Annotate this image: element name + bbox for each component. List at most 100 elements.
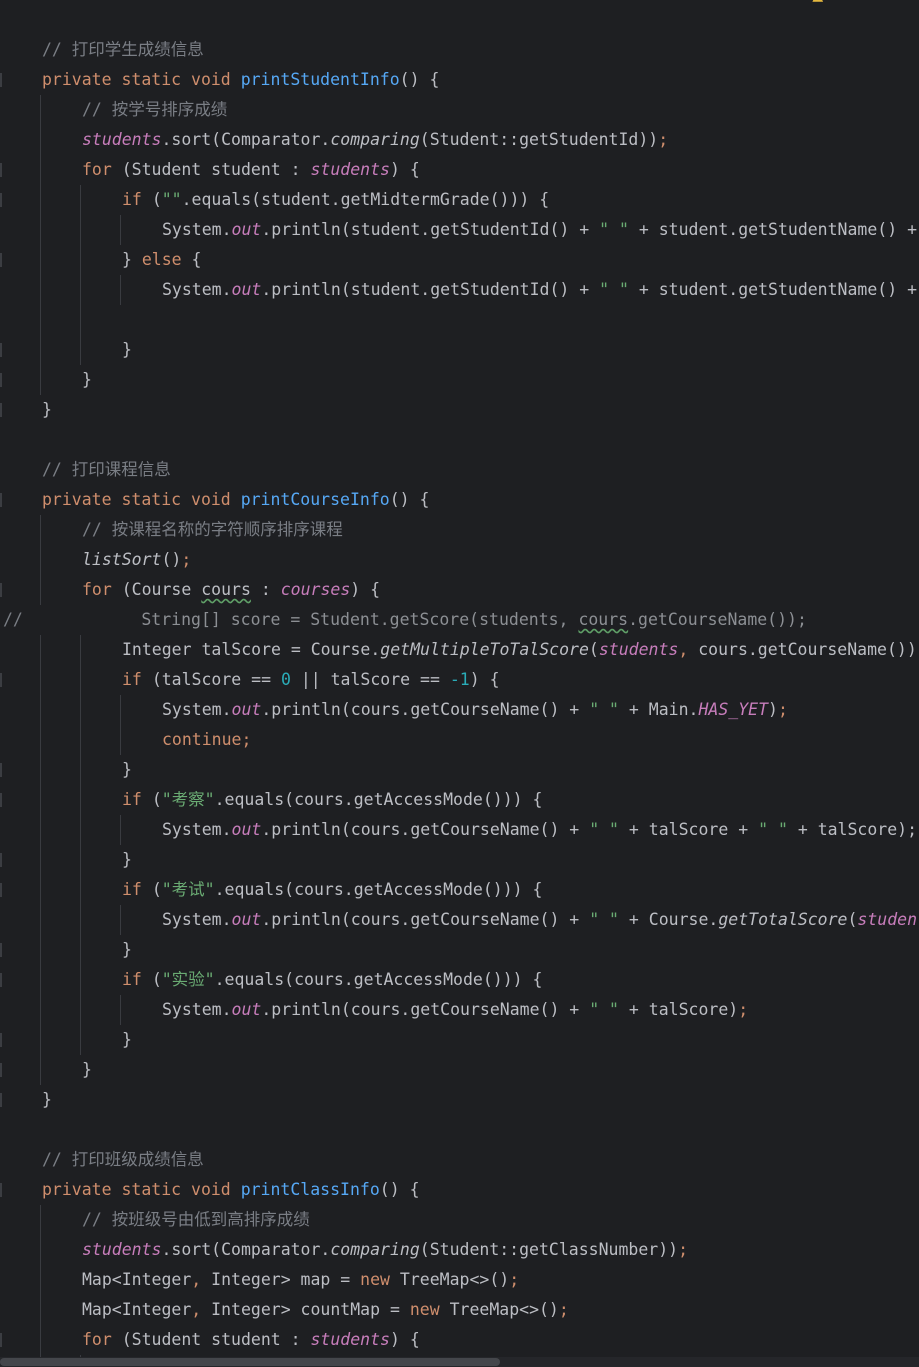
- code-line[interactable]: students.sort(Comparator.comparing(Stude…: [0, 1235, 919, 1265]
- fold-marker[interactable]: [0, 793, 2, 807]
- code-line[interactable]: private static void printCourseInfo() {: [0, 485, 919, 515]
- code-line[interactable]: }: [0, 1055, 919, 1085]
- code-token: cours.getCourseName()): [698, 640, 917, 659]
- fold-marker[interactable]: [0, 73, 2, 87]
- code-token: continue;: [162, 730, 252, 749]
- fold-marker[interactable]: [0, 163, 2, 177]
- code-line[interactable]: for (Student student : students) {: [0, 1325, 919, 1355]
- code-line[interactable]: private static void printStudentInfo() {: [0, 65, 919, 95]
- code-line[interactable]: // String[] score = Student.getScore(stu…: [0, 605, 919, 635]
- fold-marker[interactable]: [0, 253, 2, 267]
- code-line[interactable]: System.out.println(cours.getCourseName()…: [0, 815, 919, 845]
- scrollbar-thumb[interactable]: [0, 1358, 500, 1366]
- code-line[interactable]: // 打印课程信息: [0, 455, 919, 485]
- code-line[interactable]: System.out.println(student.getStudentId(…: [0, 215, 919, 245]
- inspection-widget[interactable]: ▲ 16 ≈ 2: [812, 0, 889, 6]
- fold-marker[interactable]: [0, 973, 2, 987]
- code-line[interactable]: System.out.println(cours.getCourseName()…: [0, 695, 919, 725]
- code-line[interactable]: Map<Integer, Integer> map = new TreeMap<…: [0, 1265, 919, 1295]
- code-line[interactable]: // 按班级号由低到高排序成绩: [0, 1205, 919, 1235]
- code-line[interactable]: System.out.println(cours.getCourseName()…: [0, 905, 919, 935]
- fold-marker[interactable]: [0, 853, 2, 867]
- code-line[interactable]: }: [0, 335, 919, 365]
- code-token: if: [122, 670, 152, 689]
- fold-marker[interactable]: [0, 1183, 2, 1197]
- code-token: + student.getStudentName() +: [628, 280, 918, 299]
- code-line[interactable]: // 打印学生成绩信息: [0, 35, 919, 65]
- code-line[interactable]: // 按学号排序成绩: [0, 95, 919, 125]
- code-line[interactable]: [0, 1115, 919, 1145]
- fold-marker[interactable]: [0, 1093, 2, 1107]
- code-token: }: [42, 1090, 52, 1109]
- fold-marker[interactable]: [0, 673, 2, 687]
- code-token: for: [82, 160, 122, 179]
- code-token: studen: [857, 910, 918, 929]
- code-token: .println(cours.getCourseName() +: [261, 700, 590, 719]
- code-token: () {: [399, 70, 440, 89]
- code-line[interactable]: if ("考试".equals(cours.getAccessMode())) …: [0, 875, 919, 905]
- code-line[interactable]: // 按课程名称的字符顺序排序课程: [0, 515, 919, 545]
- code-token: new: [360, 1270, 400, 1289]
- fold-marker[interactable]: [0, 343, 2, 357]
- code-line[interactable]: Integer talScore = Course.getMultipleToT…: [0, 635, 919, 665]
- code-line[interactable]: }: [0, 935, 919, 965]
- code-line[interactable]: }: [0, 1085, 919, 1115]
- code-line[interactable]: if ("实验".equals(cours.getAccessMode())) …: [0, 965, 919, 995]
- code-token: + talScore);: [787, 820, 918, 839]
- code-line[interactable]: }: [0, 395, 919, 425]
- code-line[interactable]: }: [0, 1025, 919, 1055]
- code-line[interactable]: }: [0, 755, 919, 785]
- fold-marker[interactable]: [0, 583, 2, 597]
- horizontal-scrollbar[interactable]: [0, 1357, 919, 1367]
- code-line[interactable]: if ("考察".equals(cours.getAccessMode())) …: [0, 785, 919, 815]
- fold-marker[interactable]: [0, 493, 2, 507]
- fold-marker[interactable]: [0, 1333, 2, 1347]
- code-token: printCourseInfo: [240, 490, 390, 509]
- code-token: if: [122, 790, 152, 809]
- code-token: TreeMap<>(): [449, 1300, 559, 1319]
- code-line[interactable]: if ("".equals(student.getMidtermGrade())…: [0, 185, 919, 215]
- code-line[interactable]: private static void printClassInfo() {: [0, 1175, 919, 1205]
- code-text: }: [122, 1025, 132, 1055]
- code-line[interactable]: students.sort(Comparator.comparing(Stude…: [0, 125, 919, 155]
- code-token: Integer> countMap =: [211, 1300, 410, 1319]
- code-token: .println(cours.getCourseName() +: [261, 910, 590, 929]
- code-line[interactable]: continue;: [0, 725, 919, 755]
- fold-marker[interactable]: [0, 1033, 2, 1047]
- code-line[interactable]: [0, 305, 919, 335]
- fold-marker[interactable]: [0, 943, 2, 957]
- code-token: // 打印班级成绩信息: [42, 1150, 204, 1169]
- fold-marker[interactable]: [0, 763, 2, 777]
- code-line[interactable]: // 打印班级成绩信息: [0, 1145, 919, 1175]
- fold-marker[interactable]: [0, 1063, 2, 1077]
- code-token: (Student student :: [121, 160, 311, 179]
- code-token: " ": [589, 820, 619, 839]
- code-token: out: [231, 1000, 262, 1019]
- code-token: Integer talScore = Course.: [122, 640, 381, 659]
- code-token: " ": [589, 700, 619, 719]
- code-line[interactable]: }: [0, 365, 919, 395]
- code-editor[interactable]: ▲ 16 ≈ 2 // 打印学生成绩信息 private static void …: [0, 0, 919, 1367]
- code-token: (: [151, 190, 162, 209]
- fold-marker[interactable]: [0, 883, 2, 897]
- code-token: + talScore): [619, 1000, 739, 1019]
- code-line[interactable]: Map<Integer, Integer> countMap = new Tre…: [0, 1295, 919, 1325]
- code-text: }: [122, 935, 132, 965]
- code-line[interactable]: System.out.println(student.getStudentId(…: [0, 275, 919, 305]
- code-line[interactable]: System.out.println(cours.getCourseName()…: [0, 995, 919, 1025]
- fold-marker[interactable]: [0, 373, 2, 387]
- code-token: (: [588, 640, 599, 659]
- fold-marker[interactable]: [0, 193, 2, 207]
- code-token: out: [231, 280, 262, 299]
- code-line[interactable]: listSort();: [0, 545, 919, 575]
- code-text: }: [82, 1055, 92, 1085]
- code-token: ;: [509, 1270, 520, 1289]
- code-line[interactable]: }: [0, 845, 919, 875]
- code-line[interactable]: [0, 425, 919, 455]
- code-line[interactable]: if (talScore == 0 || talScore == -1) {: [0, 665, 919, 695]
- fold-marker[interactable]: [0, 403, 2, 417]
- code-line[interactable]: for (Course cours : courses) {: [0, 575, 919, 605]
- code-line[interactable]: for (Student student : students) {: [0, 155, 919, 185]
- code-line[interactable]: } else {: [0, 245, 919, 275]
- code-text: if (talScore == 0 || talScore == -1) {: [122, 665, 500, 695]
